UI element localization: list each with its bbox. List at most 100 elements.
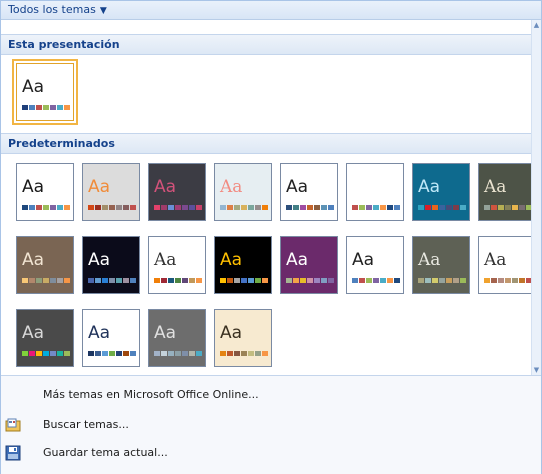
theme-thumbnail-builtin-14[interactable]: Aa bbox=[346, 236, 404, 294]
color-swatch bbox=[425, 205, 431, 210]
theme-color-swatches bbox=[484, 205, 532, 210]
color-swatch bbox=[168, 351, 174, 356]
theme-color-swatches bbox=[154, 278, 202, 283]
theme-sample-text: Aa bbox=[22, 323, 45, 343]
color-swatch bbox=[248, 351, 254, 356]
gallery-scrollbar[interactable]: ▲ ▼ bbox=[531, 20, 541, 375]
color-swatch bbox=[22, 105, 28, 110]
theme-sample-text: Aa bbox=[154, 323, 177, 343]
color-swatch bbox=[36, 278, 42, 283]
color-swatch bbox=[43, 105, 49, 110]
color-swatch bbox=[102, 351, 108, 356]
theme-thumbnail-builtin-9[interactable]: Aa bbox=[16, 236, 74, 294]
theme-thumbnail-builtin-8[interactable]: Aa bbox=[478, 163, 536, 221]
color-swatch bbox=[175, 278, 181, 283]
color-swatch bbox=[227, 205, 233, 210]
color-swatch bbox=[64, 205, 70, 210]
color-swatch bbox=[189, 351, 195, 356]
color-swatch bbox=[36, 205, 42, 210]
theme-thumbnail-builtin-10[interactable]: Aa bbox=[82, 236, 140, 294]
theme-color-swatches bbox=[154, 351, 202, 356]
theme-color-swatches bbox=[22, 205, 70, 210]
scroll-down-icon[interactable]: ▼ bbox=[532, 365, 541, 375]
color-swatch bbox=[161, 351, 167, 356]
theme-color-swatches bbox=[220, 351, 268, 356]
theme-thumbnail-builtin-4[interactable]: Aa bbox=[214, 163, 272, 221]
color-swatch bbox=[196, 351, 202, 356]
color-swatch bbox=[394, 205, 400, 210]
theme-thumbnail-builtin-7[interactable]: Aa bbox=[412, 163, 470, 221]
theme-grid: Aa Aa Aa Aa Aa Aa Aa Aa Aa Aa Aa Aa Aa Aa Aa Aa Aa Aa Aa Aa… bbox=[1, 1, 536, 367]
color-swatch bbox=[484, 205, 490, 210]
color-swatch bbox=[484, 278, 490, 283]
theme-sample-text: Aa bbox=[484, 177, 507, 197]
theme-thumbnail-builtin-11[interactable]: Aa bbox=[148, 236, 206, 294]
theme-color-swatches bbox=[352, 205, 400, 210]
color-swatch bbox=[95, 351, 101, 356]
color-swatch bbox=[227, 351, 233, 356]
theme-thumbnail-builtin-16[interactable]: Aa bbox=[478, 236, 536, 294]
theme-sample-text: Aa bbox=[352, 177, 375, 197]
menu-item-label[interactable]: Guardar tema actual... bbox=[43, 446, 168, 459]
theme-thumbnail-builtin-15[interactable]: Aa bbox=[412, 236, 470, 294]
theme-sample-text: Aa bbox=[220, 323, 243, 343]
save-theme-icon bbox=[5, 445, 21, 461]
color-swatch bbox=[234, 351, 240, 356]
theme-sample-text: Aa bbox=[88, 177, 111, 197]
theme-thumbnail-builtin-19[interactable]: Aa bbox=[148, 309, 206, 367]
theme-color-swatches bbox=[286, 278, 334, 283]
theme-thumbnail-builtin-13[interactable]: Aa bbox=[280, 236, 338, 294]
theme-thumbnail-current-1[interactable]: Aa bbox=[12, 59, 78, 125]
color-swatch bbox=[154, 278, 160, 283]
theme-sample-text: Aa bbox=[88, 250, 111, 270]
color-swatch bbox=[498, 278, 504, 283]
theme-thumbnail-builtin-12[interactable]: Aa bbox=[214, 236, 272, 294]
color-swatch bbox=[64, 105, 70, 110]
theme-sample-text: Aa bbox=[22, 77, 45, 97]
color-swatch bbox=[116, 205, 122, 210]
color-swatch bbox=[95, 205, 101, 210]
color-swatch bbox=[220, 351, 226, 356]
theme-thumbnail-builtin-18[interactable]: Aa bbox=[82, 309, 140, 367]
color-swatch bbox=[293, 278, 299, 283]
theme-color-swatches bbox=[88, 278, 136, 283]
color-swatch bbox=[22, 351, 28, 356]
color-swatch bbox=[50, 278, 56, 283]
menu-item-save-theme[interactable]: Guardar tema actual... bbox=[1, 442, 541, 464]
color-swatch bbox=[519, 278, 525, 283]
theme-thumbnail-builtin-17[interactable]: Aa bbox=[16, 309, 74, 367]
color-swatch bbox=[262, 351, 268, 356]
menu-item-label[interactable]: Buscar temas... bbox=[43, 418, 129, 431]
color-swatch bbox=[88, 351, 94, 356]
color-swatch bbox=[43, 351, 49, 356]
theme-color-swatches bbox=[484, 278, 532, 283]
color-swatch bbox=[255, 278, 261, 283]
color-swatch bbox=[102, 278, 108, 283]
color-swatch bbox=[373, 278, 379, 283]
theme-color-swatches bbox=[418, 278, 466, 283]
theme-thumbnail-builtin-1[interactable]: Aa bbox=[16, 163, 74, 221]
theme-thumbnail-builtin-6[interactable]: Aa bbox=[346, 163, 404, 221]
theme-thumbnail-builtin-3[interactable]: Aa bbox=[148, 163, 206, 221]
color-swatch bbox=[234, 278, 240, 283]
theme-thumbnail-builtin-2[interactable]: Aa bbox=[82, 163, 140, 221]
menu-item-more-themes-online[interactable]: Más temas en Microsoft Office Online... bbox=[1, 384, 541, 406]
color-swatch bbox=[36, 351, 42, 356]
menu-item-label[interactable]: Más temas en Microsoft Office Online... bbox=[43, 388, 259, 401]
color-swatch bbox=[387, 278, 393, 283]
color-swatch bbox=[314, 205, 320, 210]
theme-sample-text: Aa bbox=[22, 177, 45, 197]
theme-sample-text: Aa bbox=[88, 323, 111, 343]
color-swatch bbox=[286, 278, 292, 283]
color-swatch bbox=[300, 278, 306, 283]
scroll-up-icon[interactable]: ▲ bbox=[532, 20, 541, 30]
theme-thumbnail-builtin-20[interactable]: Aa bbox=[214, 309, 272, 367]
menu-item-browse-themes[interactable]: Buscar temas... bbox=[1, 414, 541, 436]
color-swatch bbox=[519, 205, 525, 210]
theme-sample-text: Aa bbox=[484, 250, 507, 270]
color-swatch bbox=[248, 205, 254, 210]
color-swatch bbox=[321, 205, 327, 210]
color-swatch bbox=[88, 278, 94, 283]
color-swatch bbox=[373, 205, 379, 210]
theme-thumbnail-builtin-5[interactable]: Aa bbox=[280, 163, 338, 221]
